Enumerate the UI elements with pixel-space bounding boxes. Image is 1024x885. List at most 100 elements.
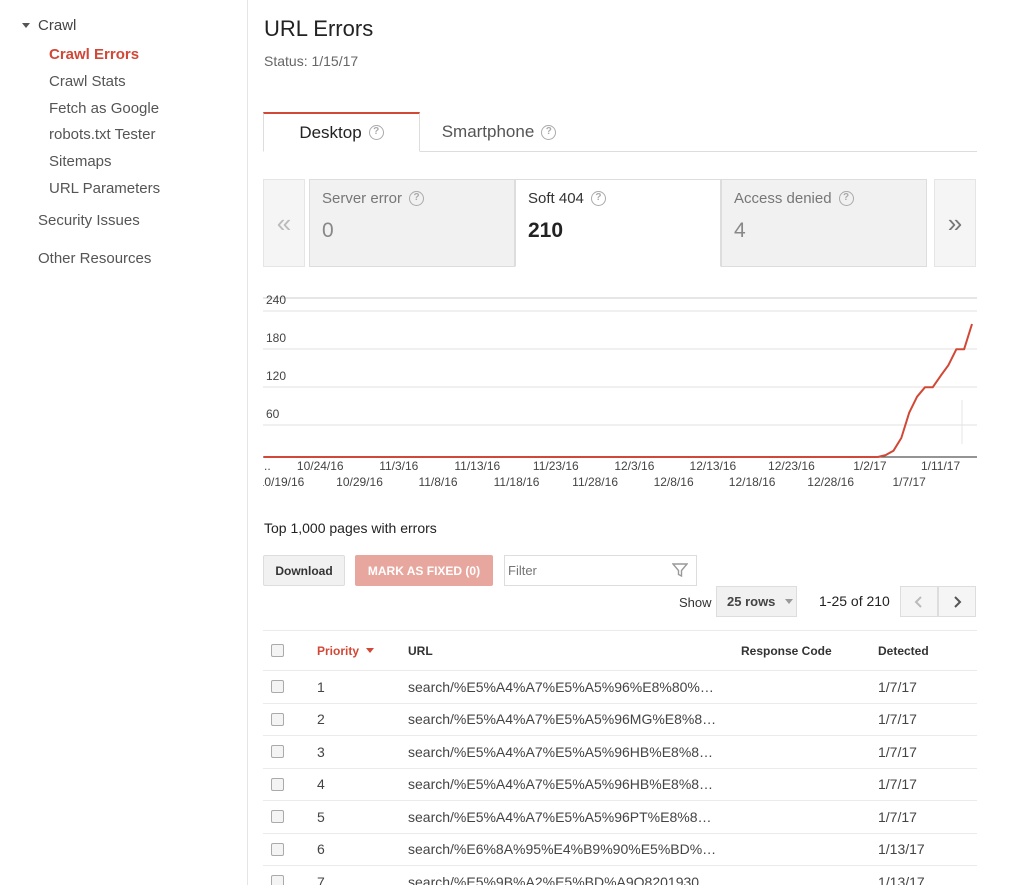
sidebar-item-other-resources[interactable]: Other Resources: [38, 250, 151, 267]
row-checkbox[interactable]: [271, 777, 284, 791]
sidebar-item-sitemaps[interactable]: Sitemaps: [49, 153, 112, 170]
x-tick-label: 10/19/16: [263, 475, 305, 489]
row-checkbox-cell[interactable]: [271, 704, 284, 736]
table-body: 1 search/%E5%A4%A7%E5%A5%96%E8%80%… 1/7/17…: [263, 671, 977, 885]
y-tick-label: 120: [266, 369, 286, 383]
sidebar-item-security-issues[interactable]: Security Issues: [38, 212, 140, 229]
table-title: Top 1,000 pages with errors: [264, 520, 437, 536]
table-row[interactable]: 1 search/%E5%A4%A7%E5%A5%96%E8%80%… 1/7/17: [263, 671, 977, 704]
row-checkbox[interactable]: [271, 712, 284, 726]
row-checkbox[interactable]: [271, 842, 284, 856]
tab-desktop-label: Desktop: [299, 122, 362, 142]
series-line: [264, 323, 973, 458]
card-soft-404[interactable]: Soft 404? 210: [515, 179, 721, 267]
url-cell[interactable]: search/%E5%A4%A7%E5%A5%96HB%E8%8…: [408, 769, 738, 801]
rows-per-page-value: 25 rows: [727, 594, 776, 609]
x-tick-label: 12/8/16: [654, 475, 694, 489]
sidebar-section-crawl[interactable]: Crawl: [22, 17, 76, 34]
help-icon[interactable]: ?: [368, 125, 384, 140]
row-checkbox-cell[interactable]: [271, 736, 284, 768]
tab-smartphone-label: Smartphone: [441, 122, 535, 141]
column-detected[interactable]: Detected: [878, 631, 929, 670]
url-cell[interactable]: search/%E6%8A%95%E4%B9%90%E5%BD%…: [408, 834, 738, 866]
row-checkbox[interactable]: [271, 680, 284, 694]
x-tick-label: 1/7/17: [892, 475, 926, 489]
card-count: 4: [734, 219, 746, 242]
download-button[interactable]: Download: [263, 555, 345, 586]
table-row[interactable]: 5 search/%E5%A4%A7%E5%A5%96PT%E8%8… 1/7/17: [263, 801, 977, 834]
tab-desktop[interactable]: Desktop ?: [263, 112, 420, 152]
priority-cell: 4: [317, 776, 325, 793]
filter-funnel-icon[interactable]: [672, 562, 688, 578]
pagination-range: 1-25 of 210: [819, 593, 890, 609]
card-label: Soft 404: [528, 190, 584, 207]
row-checkbox[interactable]: [271, 875, 284, 885]
status-text: Status: 1/15/17: [264, 53, 359, 69]
sidebar-item-robots-tester[interactable]: robots.txt Tester: [49, 126, 155, 143]
sidebar-item-crawl-errors[interactable]: Crawl Errors: [49, 46, 139, 63]
collapse-triangle-icon: [22, 23, 30, 28]
x-tick-label: 12/28/16: [807, 475, 854, 489]
tab-smartphone[interactable]: Smartphone ?: [431, 112, 567, 152]
x-tick-label: 11/18/16: [494, 475, 540, 489]
x-tick-label: 11/13/16: [454, 459, 500, 473]
select-all-checkbox[interactable]: [271, 631, 284, 670]
sidebar-item-fetch-as-google[interactable]: Fetch as Google: [49, 100, 159, 117]
detected-cell: 1/7/17: [878, 808, 917, 825]
table-row[interactable]: 3 search/%E5%A4%A7%E5%A5%96HB%E8%8… 1/7/17: [263, 736, 977, 769]
row-checkbox-cell[interactable]: [271, 834, 284, 866]
url-cell[interactable]: search/%E5%A4%A7%E5%A5%96PT%E8%8…: [408, 801, 738, 833]
priority-cell: 5: [317, 808, 325, 825]
sidebar-item-url-parameters[interactable]: URL Parameters: [49, 180, 160, 197]
table-row[interactable]: 2 search/%E5%A4%A7%E5%A5%96MG%E8%8… 1/7/17: [263, 704, 977, 736]
column-priority[interactable]: Priority: [317, 631, 375, 670]
chevron-left-icon: [914, 595, 922, 608]
card-server-error[interactable]: Server error? 0: [309, 179, 515, 267]
prev-page-button[interactable]: [900, 586, 938, 617]
rows-per-page-select[interactable]: 25 rows: [716, 586, 797, 617]
mark-as-fixed-button[interactable]: MARK AS FIXED (0): [355, 555, 493, 586]
row-checkbox-cell[interactable]: [271, 866, 284, 885]
sidebar-item-crawl-stats[interactable]: Crawl Stats: [49, 73, 126, 90]
errors-line-chart: 240 180 120 60.. 10/24/16 11/3/16 11/13/16 11/2…: [263, 293, 977, 489]
table-row[interactable]: 6 search/%E6%8A%95%E4%B9%90%E5%BD%… 1/13/1…: [263, 834, 977, 866]
x-tick-label: 11/3/16: [379, 459, 418, 473]
row-checkbox-cell[interactable]: [271, 671, 284, 703]
checkbox[interactable]: [271, 644, 284, 657]
row-checkbox[interactable]: [271, 810, 284, 824]
x-tick-label: 12/23/16: [768, 459, 815, 473]
error-type-cards: « Server error? 0 Soft 404? 210 Access d…: [263, 179, 977, 267]
url-cell[interactable]: search/%E5%9B%A2%E5%BD%A9Q8201930…: [408, 866, 738, 885]
detected-cell: 1/13/17: [878, 873, 925, 885]
detected-cell: 1/13/17: [878, 841, 925, 858]
next-arrow-icon[interactable]: »: [934, 179, 976, 267]
url-cell[interactable]: search/%E5%A4%A7%E5%A5%96MG%E8%8…: [408, 704, 738, 736]
x-tick-label: 11/28/16: [572, 475, 618, 489]
next-page-button[interactable]: [938, 586, 976, 617]
table-row[interactable]: 4 search/%E5%A4%A7%E5%A5%96HB%E8%8… 1/7/17: [263, 769, 977, 801]
help-icon[interactable]: ?: [409, 191, 425, 206]
url-cell[interactable]: search/%E5%A4%A7%E5%A5%96HB%E8%8…: [408, 736, 738, 768]
x-tick-label: 12/18/16: [729, 475, 776, 489]
prev-arrow-icon[interactable]: «: [263, 179, 305, 267]
x-tick-label: ..: [264, 459, 271, 473]
detected-cell: 1/7/17: [878, 776, 917, 793]
column-url[interactable]: URL: [408, 631, 433, 670]
errors-table: Priority URL Response Code Detected 1 sea…: [263, 630, 977, 885]
row-checkbox-cell[interactable]: [271, 801, 284, 833]
card-label: Access denied: [734, 190, 832, 207]
help-icon[interactable]: ?: [590, 191, 606, 206]
table-row[interactable]: 7 search/%E5%9B%A2%E5%BD%A9Q8201930… 1/13/…: [263, 866, 977, 885]
url-cell[interactable]: search/%E5%A4%A7%E5%A5%96%E8%80%…: [408, 671, 738, 703]
filter-input[interactable]: [505, 556, 665, 585]
card-count: 0: [322, 219, 334, 242]
x-tick-label: 10/24/16: [297, 459, 344, 473]
card-access-denied[interactable]: Access denied? 4: [721, 179, 927, 267]
x-tick-label: 11/8/16: [418, 475, 457, 489]
detected-cell: 1/7/17: [878, 711, 917, 728]
help-icon[interactable]: ?: [541, 124, 557, 140]
column-response-code[interactable]: Response Code: [741, 631, 832, 670]
row-checkbox-cell[interactable]: [271, 769, 284, 801]
help-icon[interactable]: ?: [838, 191, 854, 206]
row-checkbox[interactable]: [271, 745, 284, 759]
